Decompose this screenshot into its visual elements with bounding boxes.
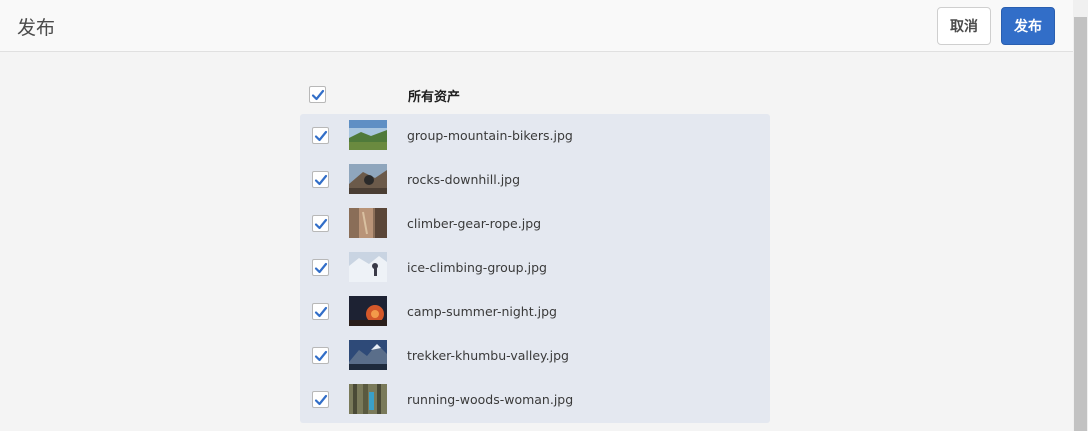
checkmark-icon xyxy=(311,89,325,101)
checkmark-icon xyxy=(314,394,328,406)
asset-checkbox[interactable] xyxy=(312,303,329,320)
asset-row[interactable]: climber-gear-rope.jpg xyxy=(300,202,770,246)
page-title: 发布 xyxy=(17,17,56,39)
asset-row[interactable]: trekker-khumbu-valley.jpg xyxy=(300,334,770,378)
scrollbar-thumb[interactable] xyxy=(1074,17,1087,431)
checkmark-icon xyxy=(314,350,328,362)
asset-checkbox[interactable] xyxy=(312,391,329,408)
asset-list: group-mountain-bikers.jpg rocks-downhill… xyxy=(300,114,770,423)
asset-thumbnail[interactable] xyxy=(349,296,387,326)
select-all-row[interactable]: 所有资产 xyxy=(309,85,769,105)
checkmark-icon xyxy=(314,174,328,186)
asset-thumbnail[interactable] xyxy=(349,164,387,194)
asset-thumbnail[interactable] xyxy=(349,120,387,150)
asset-name[interactable]: ice-climbing-group.jpg xyxy=(407,260,547,275)
checkmark-icon xyxy=(314,306,328,318)
cancel-button[interactable]: 取消 xyxy=(937,7,991,45)
asset-row[interactable]: group-mountain-bikers.jpg xyxy=(300,114,770,158)
select-all-checkbox[interactable] xyxy=(309,86,326,103)
select-all-label: 所有资产 xyxy=(408,90,461,105)
asset-row[interactable]: camp-summer-night.jpg xyxy=(300,290,770,334)
asset-thumbnail[interactable] xyxy=(349,384,387,414)
asset-thumbnail[interactable] xyxy=(349,208,387,238)
publish-button[interactable]: 发布 xyxy=(1001,7,1055,45)
asset-checkbox[interactable] xyxy=(312,127,329,144)
asset-row[interactable]: ice-climbing-group.jpg xyxy=(300,246,770,290)
asset-name[interactable]: camp-summer-night.jpg xyxy=(407,304,557,319)
asset-name[interactable]: rocks-downhill.jpg xyxy=(407,172,520,187)
asset-name[interactable]: group-mountain-bikers.jpg xyxy=(407,128,573,143)
asset-thumbnail[interactable] xyxy=(349,340,387,370)
asset-name[interactable]: running-woods-woman.jpg xyxy=(407,392,573,407)
checkmark-icon xyxy=(314,262,328,274)
asset-name[interactable]: trekker-khumbu-valley.jpg xyxy=(407,348,569,363)
asset-checkbox[interactable] xyxy=(312,347,329,364)
asset-name[interactable]: climber-gear-rope.jpg xyxy=(407,216,541,231)
asset-row[interactable]: running-woods-woman.jpg xyxy=(300,378,770,422)
asset-row[interactable]: rocks-downhill.jpg xyxy=(300,158,770,202)
title-bar: 发布 取消 发布 xyxy=(0,0,1073,52)
asset-thumbnail[interactable] xyxy=(349,252,387,282)
asset-checkbox[interactable] xyxy=(312,259,329,276)
asset-checkbox[interactable] xyxy=(312,215,329,232)
asset-checkbox[interactable] xyxy=(312,171,329,188)
checkmark-icon xyxy=(314,218,328,230)
checkmark-icon xyxy=(314,130,328,142)
